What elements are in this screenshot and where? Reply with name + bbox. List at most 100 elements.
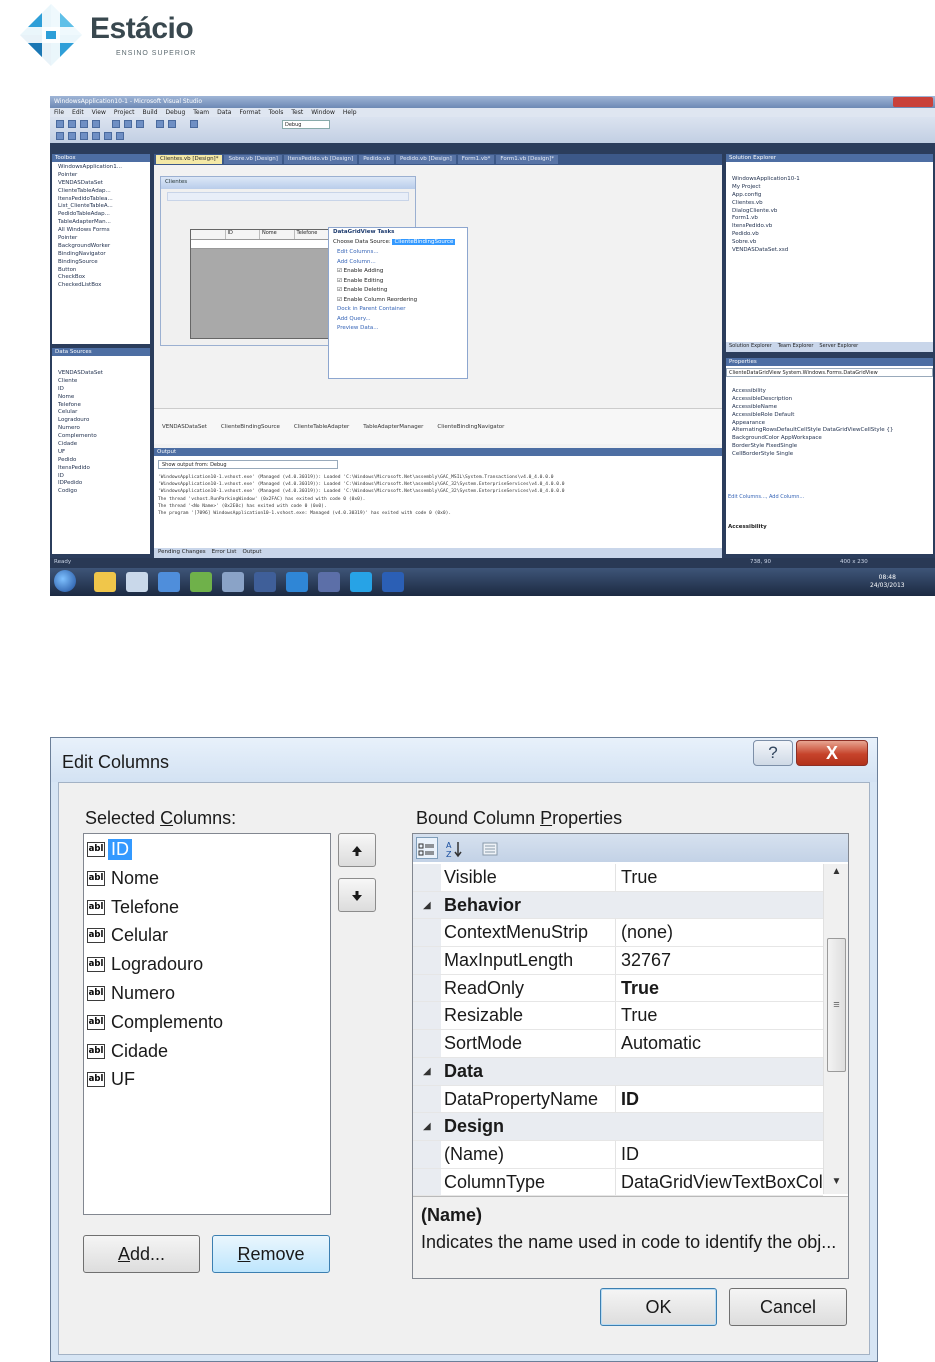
toolbox-item[interactable]: PedidoTableAdap... <box>52 211 150 219</box>
vs-menu-item[interactable]: Edit <box>72 109 84 116</box>
datasource-item[interactable]: Celular <box>52 409 150 417</box>
toolbox-item[interactable]: CheckBox <box>52 274 150 282</box>
vs-menu-item[interactable]: View <box>92 109 106 116</box>
toolbox-item[interactable]: All Windows Forms <box>52 227 150 235</box>
datasource-item[interactable]: Complemento <box>52 433 150 441</box>
align-bottom-icon[interactable] <box>116 132 124 140</box>
column-list-item[interactable]: abl Cidade <box>87 1039 168 1064</box>
solution-item[interactable]: VENDASDataSet.xsd <box>726 247 933 255</box>
word-icon[interactable] <box>382 572 404 592</box>
undo-icon[interactable] <box>156 120 164 128</box>
alphabetical-sort-icon[interactable]: AZ <box>443 837 465 859</box>
column-list-item[interactable]: abl Complemento <box>87 1010 223 1035</box>
properties-row[interactable]: AccessibleRole Default <box>726 412 933 420</box>
property-row[interactable]: MaxInputLength 32767 <box>413 947 823 975</box>
network-icon[interactable] <box>190 572 212 592</box>
property-value[interactable]: ID <box>621 1086 823 1113</box>
property-row[interactable]: (Name) ID <box>413 1140 823 1169</box>
solution-item[interactable]: My Project <box>726 184 933 192</box>
toolbox-item[interactable]: BackgroundWorker <box>52 243 150 251</box>
copy-icon[interactable] <box>124 120 132 128</box>
collapse-triangle-icon[interactable]: ◢ <box>423 1113 431 1140</box>
vs-menu-item[interactable]: Team <box>193 109 209 116</box>
toolbox-item[interactable]: ItensPedidoTablea... <box>52 196 150 204</box>
tasks-choose-select[interactable]: ClienteBindingSource <box>392 238 456 245</box>
toolbox-item[interactable]: VENDASDataSet <box>52 180 150 188</box>
task-checkbox[interactable]: ☑ Enable Adding <box>333 267 463 277</box>
column-list-item[interactable]: abl Telefone <box>87 895 179 920</box>
datasource-item[interactable]: ItensPedido <box>52 465 150 473</box>
task-checkbox[interactable]: ☑ Enable Column Reordering <box>333 296 463 306</box>
binding-navigator-strip[interactable] <box>167 192 409 201</box>
vs-menu-item[interactable]: Format <box>239 109 260 116</box>
solution-item[interactable]: DialogCliente.vb <box>726 208 933 216</box>
internet-explorer-icon[interactable] <box>286 572 308 592</box>
datasource-item[interactable]: Telefone <box>52 402 150 410</box>
column-list-item[interactable]: abl UF <box>87 1067 135 1092</box>
toolbox-item[interactable]: CheckedListBox <box>52 282 150 290</box>
task-link[interactable]: Add Column... <box>333 258 463 268</box>
toolbox-item[interactable]: List_ClienteTableA... <box>52 203 150 211</box>
property-value[interactable]: ID <box>621 1141 823 1168</box>
tools-icon[interactable] <box>222 572 244 592</box>
selected-columns-list[interactable]: abl ID abl Nome abl Telefone abl Celular abl Logr… <box>83 833 331 1215</box>
properties-row[interactable]: Accessibility <box>726 388 933 396</box>
remove-button[interactable]: Remove <box>212 1235 330 1273</box>
task-link[interactable]: Dock in Parent Container <box>333 305 463 315</box>
collapse-triangle-icon[interactable]: ◢ <box>423 892 431 919</box>
cut-icon[interactable] <box>112 120 120 128</box>
datasource-item[interactable]: Codigo <box>52 488 150 496</box>
task-checkbox[interactable]: ☑ Enable Deleting <box>333 286 463 296</box>
property-category[interactable]: ◢ Behavior <box>413 891 823 920</box>
datasource-item[interactable]: Numero <box>52 425 150 433</box>
vs-menu-item[interactable]: Help <box>343 109 357 116</box>
solution-item[interactable]: App.config <box>726 192 933 200</box>
document-tab[interactable]: Form1.vb [Design]* <box>496 155 559 164</box>
vs-menu-item[interactable]: Tools <box>269 109 284 116</box>
solution-tab[interactable]: Server Explorer <box>819 343 858 351</box>
vs-menu-item[interactable]: Window <box>311 109 335 116</box>
solution-tab[interactable]: Solution Explorer <box>729 343 772 351</box>
toolbox-item[interactable]: BindingNavigator <box>52 251 150 259</box>
toolbox-item[interactable]: Pointer <box>52 172 150 180</box>
properties-row[interactable]: AlternatingRowsDefaultCellStyle DataGrid… <box>726 427 933 435</box>
tray-component[interactable]: ClienteBindingNavigator <box>437 424 504 430</box>
ok-button[interactable]: OK <box>600 1288 717 1326</box>
config-select[interactable]: Debug <box>282 120 330 129</box>
vs-menu-item[interactable]: File <box>54 109 64 116</box>
task-link[interactable]: Add Query... <box>333 315 463 325</box>
vs-menu-item[interactable]: Project <box>114 109 135 116</box>
property-value[interactable]: Automatic <box>621 1030 823 1057</box>
categorized-view-icon[interactable] <box>416 837 438 859</box>
property-value[interactable]: True <box>621 864 823 891</box>
scroll-up-icon[interactable]: ▲ <box>824 866 849 884</box>
vs-window-buttons[interactable] <box>893 97 933 107</box>
task-checkbox[interactable]: ☑ Enable Editing <box>333 277 463 287</box>
new-project-icon[interactable] <box>56 120 64 128</box>
designer-datagridview[interactable]: ID Nome Telefone <box>190 229 330 339</box>
properties-row[interactable]: Appearance <box>726 420 933 428</box>
datasource-item[interactable]: Pedido <box>52 457 150 465</box>
grid-column-header[interactable]: ID <box>226 230 260 239</box>
help-button[interactable]: ? <box>753 740 793 766</box>
solution-item[interactable]: Clientes.vb <box>726 200 933 208</box>
column-list-item[interactable]: abl Nome <box>87 866 159 891</box>
property-grid-scrollbar[interactable]: ▲ ≡ ▼ <box>823 864 848 1194</box>
output-source-select[interactable]: Show output from: Debug <box>158 460 338 469</box>
scroll-thumb[interactable]: ≡ <box>827 938 846 1072</box>
property-value[interactable]: True <box>621 1002 823 1029</box>
datasource-item[interactable]: Nome <box>52 394 150 402</box>
properties-row[interactable]: CellBorderStyle Single <box>726 451 933 459</box>
property-row[interactable]: Resizable True <box>413 1002 823 1031</box>
property-row[interactable]: ReadOnly True <box>413 974 823 1003</box>
column-list-item[interactable]: abl Logradouro <box>87 952 203 977</box>
toolbox-item[interactable]: BindingSource <box>52 259 150 267</box>
save-all-icon[interactable] <box>92 120 100 128</box>
properties-links[interactable]: Edit Columns..., Add Column... <box>728 494 804 500</box>
toolbox-item[interactable]: Button <box>52 267 150 275</box>
datasource-item[interactable]: IDPedido <box>52 480 150 488</box>
properties-row[interactable]: BackgroundColor AppWorkspace <box>726 435 933 443</box>
document-tab[interactable]: Form1.vb* <box>457 155 495 164</box>
collapse-triangle-icon[interactable]: ◢ <box>423 1058 431 1085</box>
cancel-button[interactable]: Cancel <box>729 1288 847 1326</box>
